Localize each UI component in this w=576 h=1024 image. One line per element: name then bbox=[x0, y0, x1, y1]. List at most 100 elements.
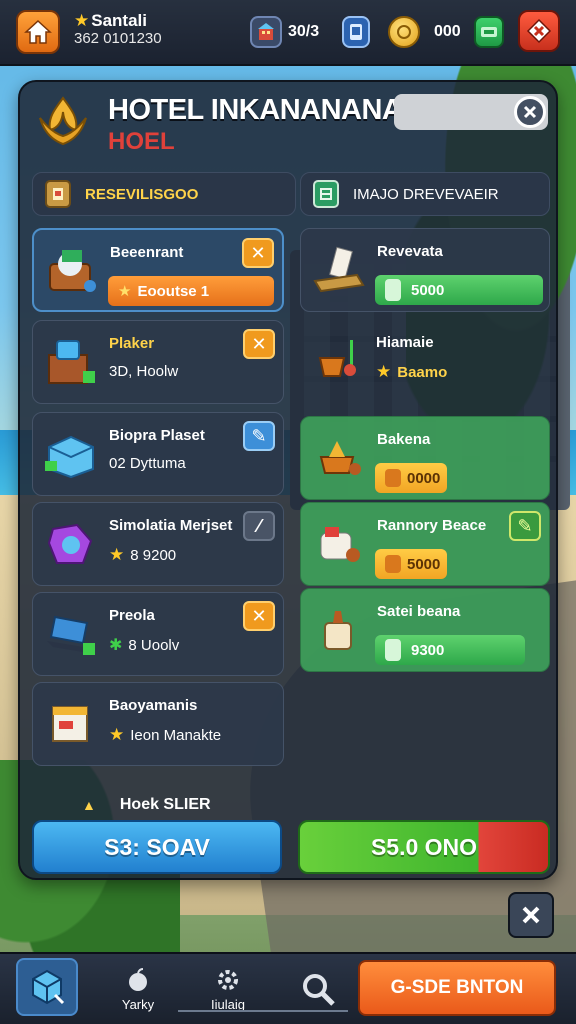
item-price-bar: 0000 bbox=[375, 463, 447, 493]
close-icon bbox=[522, 906, 540, 924]
resource-hotel[interactable]: 30/3 bbox=[250, 14, 319, 50]
close-panel-button[interactable] bbox=[508, 892, 554, 938]
item-value: Baamo bbox=[397, 363, 448, 381]
panel-subtitle: HOEL bbox=[108, 128, 175, 155]
book-icon bbox=[313, 180, 339, 208]
item-name: Plaker bbox=[109, 335, 155, 352]
pointer-icon: ▲ bbox=[82, 797, 96, 813]
settings-button[interactable] bbox=[518, 10, 560, 52]
settings-icon bbox=[526, 18, 552, 44]
home-button[interactable] bbox=[16, 10, 60, 54]
nav-search-button[interactable] bbox=[286, 956, 350, 1022]
list-item-left-1[interactable]: Beeenrant ★ Eooutse 1 ✕ bbox=[32, 228, 284, 312]
leaf-icon: ✱ bbox=[109, 637, 123, 654]
close-icon[interactable]: ✕ bbox=[242, 238, 274, 268]
note-icon bbox=[309, 241, 369, 299]
item-sub: ★ 8 9200 bbox=[109, 545, 176, 565]
list-item-left-2[interactable]: Plaker 3D, Hoolw ✕ bbox=[32, 320, 284, 404]
item-value: Ieon Manakte bbox=[130, 726, 222, 744]
cash-icon bbox=[474, 16, 504, 48]
list-item-left-4[interactable]: Simolatia Merjset ★ 8 9200 ⁄ bbox=[32, 502, 284, 586]
parcel-icon bbox=[41, 695, 101, 753]
scroll-icon bbox=[45, 180, 71, 208]
footer-label: ▲ Hoek SLIER bbox=[82, 796, 211, 814]
close-icon[interactable]: ✕ bbox=[243, 329, 275, 359]
star-icon: ★ bbox=[109, 725, 125, 744]
edit-icon[interactable]: ⁄ bbox=[243, 511, 275, 541]
item-name: Rannory Beace bbox=[377, 517, 487, 534]
list-item-right-2[interactable]: Hiamaie ★ Baamo bbox=[300, 320, 550, 404]
tab-label: RESEVILISGOO bbox=[85, 185, 199, 203]
item-name: Satei beana bbox=[377, 603, 461, 620]
item-name: Preola bbox=[109, 607, 155, 624]
cash-icon bbox=[385, 279, 401, 301]
list-item-left-6[interactable]: Baoyamanis ★ Ieon Manakte bbox=[32, 682, 284, 766]
item-name: Revevata bbox=[377, 243, 443, 260]
chest-icon bbox=[42, 242, 102, 300]
resource-coin[interactable]: 000 bbox=[388, 14, 461, 50]
item-sub: ★ Ieon Manakte bbox=[109, 725, 221, 745]
tab-reservations[interactable]: RESEVILISGOO bbox=[32, 172, 296, 216]
nav-underline bbox=[178, 1010, 348, 1012]
panel-header: HOTEL INKANANANASIA HOEL bbox=[20, 82, 556, 168]
gem-icon bbox=[385, 555, 401, 573]
hotel-panel: HOTEL INKANANANASIA HOEL RESEVILISGOO IM… bbox=[18, 80, 558, 880]
star-icon: ★ bbox=[376, 362, 392, 381]
item-value: 9300 bbox=[411, 641, 445, 659]
list-item-right-5[interactable]: Satei beana 9300 bbox=[300, 588, 550, 672]
player-name: ★ Santali bbox=[74, 11, 162, 31]
item-value: Eooutse 1 bbox=[137, 282, 210, 300]
item-name: Beeenrant bbox=[110, 244, 184, 261]
list-item-right-1[interactable]: Revevata 5000 bbox=[300, 228, 550, 312]
coin-value: 000 bbox=[434, 23, 461, 40]
close-button[interactable] bbox=[514, 96, 546, 128]
item-name: Hiamaie bbox=[376, 334, 434, 351]
nav-home-button[interactable] bbox=[16, 958, 78, 1016]
box-icon bbox=[41, 425, 101, 483]
gem-icon bbox=[41, 515, 101, 573]
item-name: Bakena bbox=[377, 431, 431, 448]
list-item-right-3[interactable]: Bakena 0000 bbox=[300, 416, 550, 500]
item-sub: 02 Dyttuma bbox=[109, 455, 186, 472]
hotel-icon bbox=[250, 16, 282, 48]
item-value: 5000 bbox=[407, 555, 441, 573]
top-hud: ★ Santali 362 0101230 30/3 000 bbox=[0, 0, 576, 66]
footer-label-text: Hoek SLIER bbox=[119, 796, 211, 813]
player-id: 362 0101230 bbox=[74, 29, 162, 47]
star-icon: ★ bbox=[118, 283, 132, 300]
confirm-left-button[interactable]: S3: SOAV bbox=[32, 820, 282, 874]
nav-item-iiulaig[interactable]: Iiulaig bbox=[196, 956, 260, 1022]
star-icon: ★ bbox=[74, 11, 90, 30]
bottom-nav: Yarky Iiulaig G-SDE BNTON bbox=[0, 952, 576, 1024]
edit-icon[interactable]: ✎ bbox=[509, 511, 541, 541]
resource-cash[interactable] bbox=[474, 14, 504, 50]
list-item-left-5[interactable]: Preola ✱ 8 Uoolv ✕ bbox=[32, 592, 284, 676]
item-price-bar: 5000 bbox=[375, 275, 543, 305]
cta-button[interactable]: G-SDE BNTON bbox=[358, 960, 556, 1016]
tag-icon[interactable]: ✎ bbox=[243, 421, 275, 451]
list-item-left-3[interactable]: Biopra Plaset 02 Dyttuma ✎ bbox=[32, 412, 284, 496]
jar-icon bbox=[309, 601, 369, 659]
item-value: 8 9200 bbox=[130, 546, 177, 564]
confirm-right-button[interactable]: S5.0 ONO bbox=[298, 820, 550, 874]
home-icon bbox=[24, 19, 52, 44]
item-value: 8 Uoolv bbox=[128, 636, 180, 654]
item-value: 5000 bbox=[411, 281, 445, 299]
gear-icon bbox=[218, 969, 238, 990]
tablet-icon bbox=[342, 16, 370, 48]
item-name: Simolatia Merjset bbox=[109, 517, 233, 534]
player-name-text: Santali bbox=[91, 11, 147, 30]
cash-icon bbox=[385, 639, 401, 661]
item-sub: ✱ 8 Uoolv bbox=[109, 635, 179, 655]
nav-label: Yarky bbox=[121, 996, 155, 1012]
search-icon bbox=[303, 974, 335, 1006]
cube-icon bbox=[32, 969, 65, 1005]
list-item-right-4[interactable]: Rannory Beace 5000 ✎ bbox=[300, 502, 550, 586]
close-icon[interactable]: ✕ bbox=[243, 601, 275, 631]
resource-tablet[interactable] bbox=[342, 14, 370, 50]
tab-label: IMAJO DREVEVAEIR bbox=[353, 185, 499, 203]
item-sub: ★ Baamo bbox=[376, 362, 447, 382]
tab-directory[interactable]: IMAJO DREVEVAEIR bbox=[300, 172, 550, 216]
star-icon: ★ bbox=[109, 545, 125, 564]
nav-item-yarky[interactable]: Yarky bbox=[106, 956, 170, 1022]
